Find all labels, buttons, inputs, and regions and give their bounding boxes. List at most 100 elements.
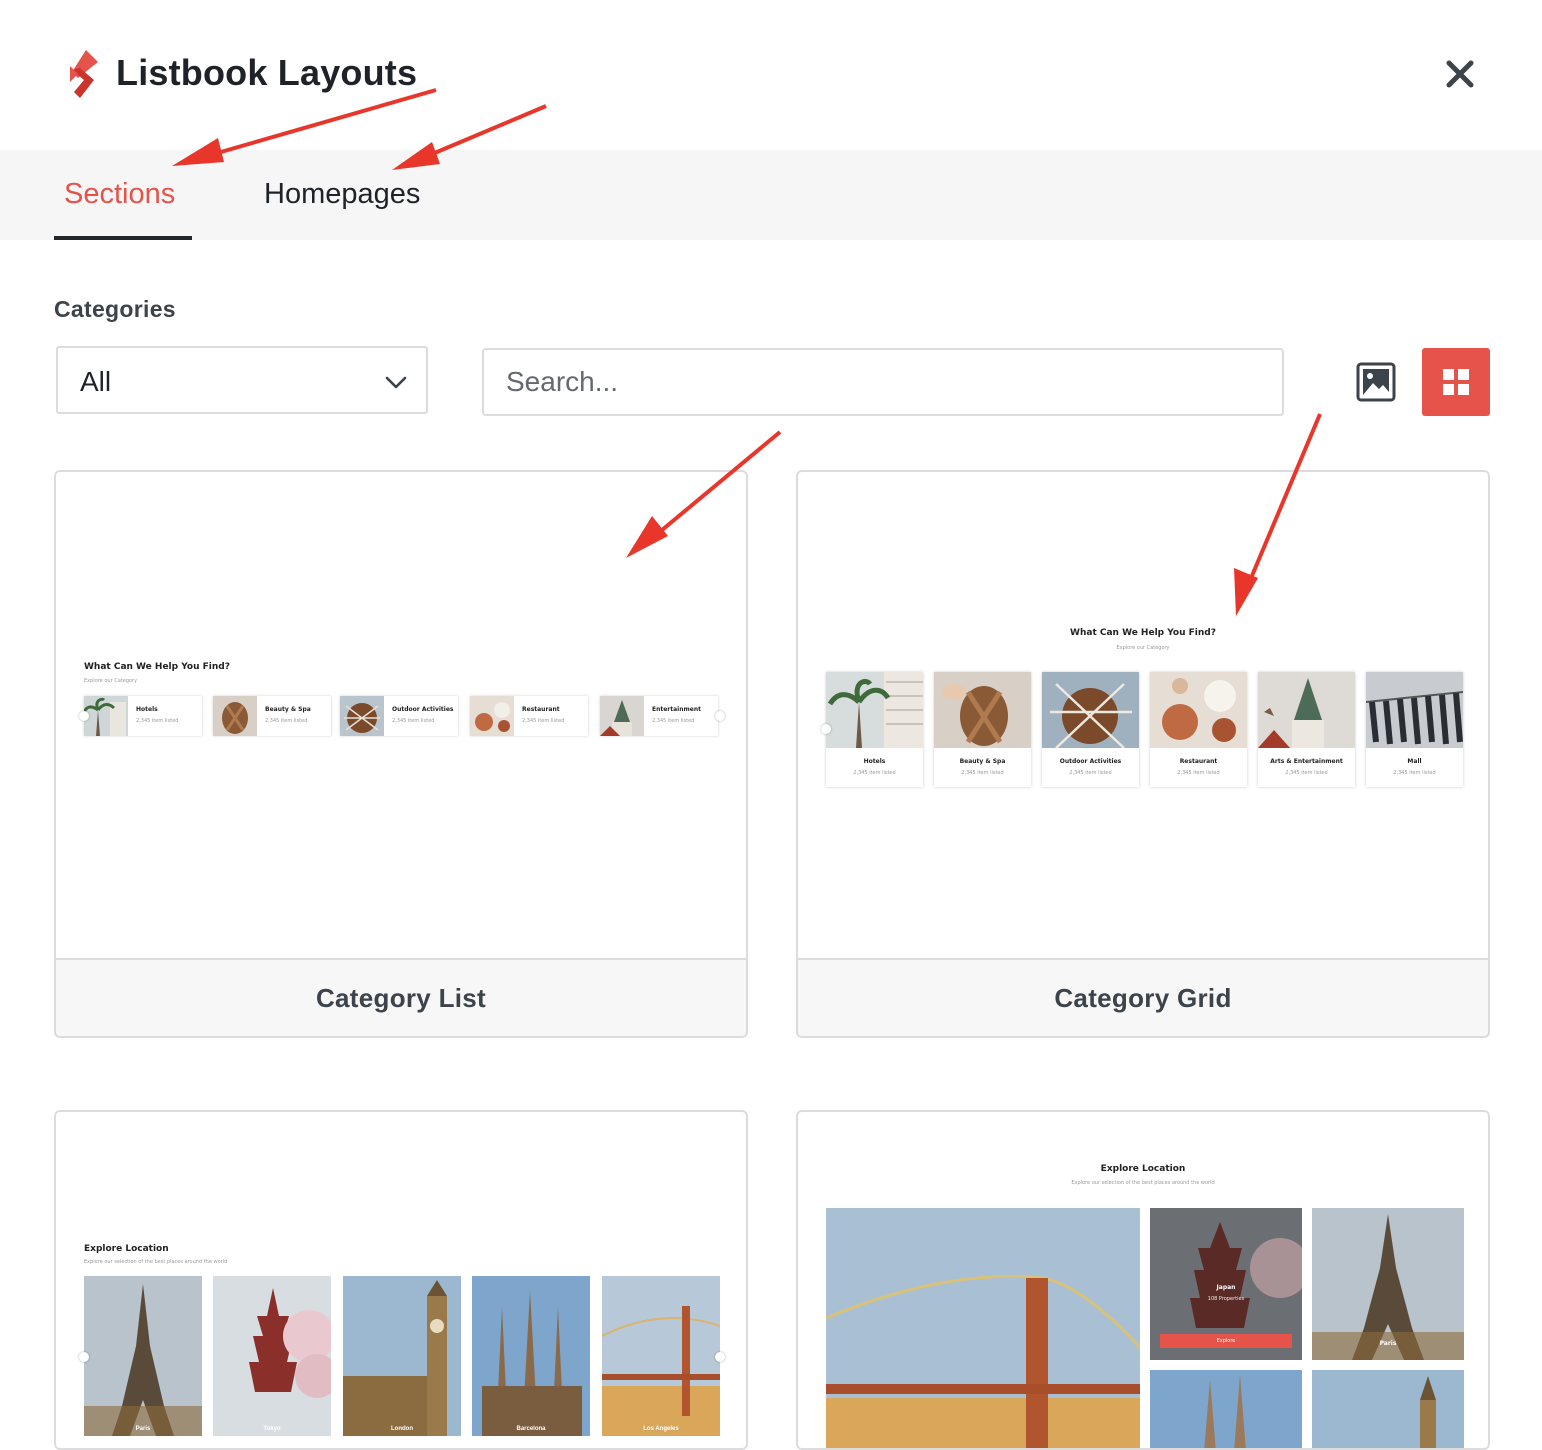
location-name: Los Angeles — [643, 1426, 679, 1432]
preview-title: Explore Location — [1100, 1164, 1186, 1174]
chevron-down-icon — [385, 376, 407, 389]
preview-item-name: Restaurant — [1179, 758, 1218, 765]
hotel-thumbnail — [826, 672, 923, 748]
preview-subtitle: Explore our selection of the best places… — [1071, 1180, 1215, 1186]
layout-card-category-list[interactable]: What Can We Help You Find? Explore our C… — [54, 470, 748, 1038]
category-select[interactable]: All — [56, 346, 428, 414]
paris-thumbnail — [1312, 1208, 1464, 1360]
location-tile: London — [343, 1276, 461, 1436]
modal-header: Listbook Layouts — [0, 0, 1542, 150]
preview-item: Entertainment 2,345 item listed — [600, 696, 718, 736]
hotel-thumbnail — [84, 696, 128, 736]
preview-subtitle: Explore our selection of the best places… — [84, 1259, 228, 1265]
preview-item: Restaurant 2,345 item listed — [1150, 672, 1247, 787]
preview-item-count: 2,345 item listed — [1177, 770, 1220, 776]
beauty-thumbnail — [213, 696, 257, 736]
preview-item-count: 2,345 item listed — [961, 770, 1004, 776]
preview-item-count: 2,345 item listed — [136, 718, 179, 724]
carousel-next-button[interactable] — [715, 711, 725, 721]
bridge-thumbnail — [826, 1208, 1140, 1448]
layout-card-location-carousel[interactable]: Explore Location Explore our selection o… — [54, 1110, 748, 1450]
preview-title: What Can We Help You Find? — [84, 662, 230, 672]
preview-item-count: 2,345 item listed — [1393, 770, 1436, 776]
preview-item: Restaurant 2,345 item listed — [470, 696, 588, 736]
preview-item-name: Outdoor Activities — [1059, 758, 1122, 765]
location-name: Barcelona — [516, 1426, 546, 1432]
category-select-value: All — [80, 366, 112, 397]
categories-label: Categories — [54, 296, 176, 322]
preview-item: Mall 2,345 item listed — [1366, 672, 1463, 787]
preview-item-name: Beauty & Spa — [959, 758, 1006, 765]
tokyo-thumbnail — [213, 1276, 331, 1436]
image-icon[interactable] — [1356, 362, 1396, 402]
preview-item-count: 2,345 item listed — [265, 718, 308, 724]
card-title: Category Grid — [798, 958, 1488, 1036]
carousel-next-button[interactable] — [715, 1352, 725, 1362]
outdoor-thumbnail — [340, 696, 384, 736]
preview-item: Beauty & Spa 2,345 item listed — [213, 696, 331, 736]
search-input[interactable] — [482, 348, 1284, 416]
preview-item-name: Arts & Entertainment — [1270, 758, 1343, 765]
location-tile: Paris — [84, 1276, 202, 1436]
preview-item-count: 2,345 item listed — [522, 718, 565, 724]
location-name: Paris — [1379, 1340, 1397, 1347]
preview-item-name: Outdoor Activities — [392, 706, 454, 713]
preview-item-name: Hotels — [863, 758, 886, 765]
preview-item: Arts & Entertainment 2,345 item listed — [1258, 672, 1355, 787]
card-title: Category List — [56, 958, 746, 1036]
preview-item: Hotels 2,345 item listed — [826, 672, 923, 787]
carousel-prev-button[interactable] — [79, 711, 89, 721]
barcelona-thumbnail — [472, 1276, 590, 1436]
entertainment-thumbnail — [1258, 672, 1355, 748]
tab-bar: Sections Homepages — [0, 150, 1542, 240]
carousel-prev-button[interactable] — [821, 724, 831, 734]
grid-view-button[interactable] — [1422, 348, 1490, 416]
preview-title: What Can We Help You Find? — [1070, 628, 1216, 638]
preview-item: Hotels 2,345 item listed — [84, 696, 202, 736]
layout-card-location-grid[interactable]: Explore Location Explore our selection o… — [796, 1110, 1490, 1450]
explore-button[interactable]: Explore — [1160, 1334, 1292, 1348]
preview-item-name: Hotels — [136, 706, 158, 713]
preview-item-name: Beauty & Spa — [265, 706, 311, 713]
tab-sections[interactable]: Sections — [64, 178, 175, 211]
preview-item-name: Restaurant — [522, 706, 560, 713]
london-thumbnail — [1312, 1370, 1464, 1448]
preview-title: Explore Location — [84, 1244, 169, 1254]
preview-item-count: 2,345 item listed — [392, 718, 435, 724]
layout-card-category-grid[interactable]: What Can We Help You Find? Explore our C… — [796, 470, 1490, 1038]
mall-thumbnail — [1366, 672, 1463, 748]
paris-thumbnail — [84, 1276, 202, 1436]
listbook-logo-icon — [70, 50, 98, 98]
close-icon[interactable] — [1440, 54, 1480, 94]
active-tab-indicator — [54, 236, 192, 240]
preview-item-name: Mall — [1407, 758, 1422, 765]
grid-icon — [1443, 369, 1469, 395]
preview-item-count: 2,345 item listed — [652, 718, 695, 724]
featured-location-name: Japan — [1216, 1284, 1236, 1291]
location-name: London — [391, 1426, 413, 1432]
entertainment-thumbnail — [600, 696, 644, 736]
location-tile: Tokyo — [213, 1276, 331, 1436]
preview-item-count: 2,345 item listed — [1285, 770, 1328, 776]
preview-item: Outdoor Activities 2,345 item listed — [340, 696, 458, 736]
preview-item: Beauty & Spa 2,345 item listed — [934, 672, 1031, 787]
outdoor-thumbnail — [1042, 672, 1139, 748]
los-angeles-thumbnail — [602, 1276, 720, 1436]
preview-subtitle: Explore our Category — [84, 678, 138, 684]
carousel-prev-button[interactable] — [79, 1352, 89, 1362]
preview-subtitle: Explore our Category — [1116, 645, 1170, 651]
location-name: Paris — [135, 1426, 151, 1432]
location-tile: Barcelona — [472, 1276, 590, 1436]
barcelona-thumbnail — [1150, 1370, 1302, 1448]
preview-item-count: 2,345 item listed — [1069, 770, 1112, 776]
london-thumbnail — [343, 1276, 461, 1436]
featured-location-count: 108 Properties — [1207, 1296, 1245, 1302]
location-name: Tokyo — [263, 1426, 281, 1432]
location-tile: Los Angeles — [602, 1276, 720, 1436]
restaurant-thumbnail — [470, 696, 514, 736]
tab-homepages[interactable]: Homepages — [264, 178, 420, 211]
preview-item-name: Entertainment — [652, 706, 701, 713]
app-title: Listbook Layouts — [116, 52, 418, 93]
restaurant-thumbnail — [1150, 672, 1247, 748]
preview-item-count: 2,345 item listed — [853, 770, 896, 776]
